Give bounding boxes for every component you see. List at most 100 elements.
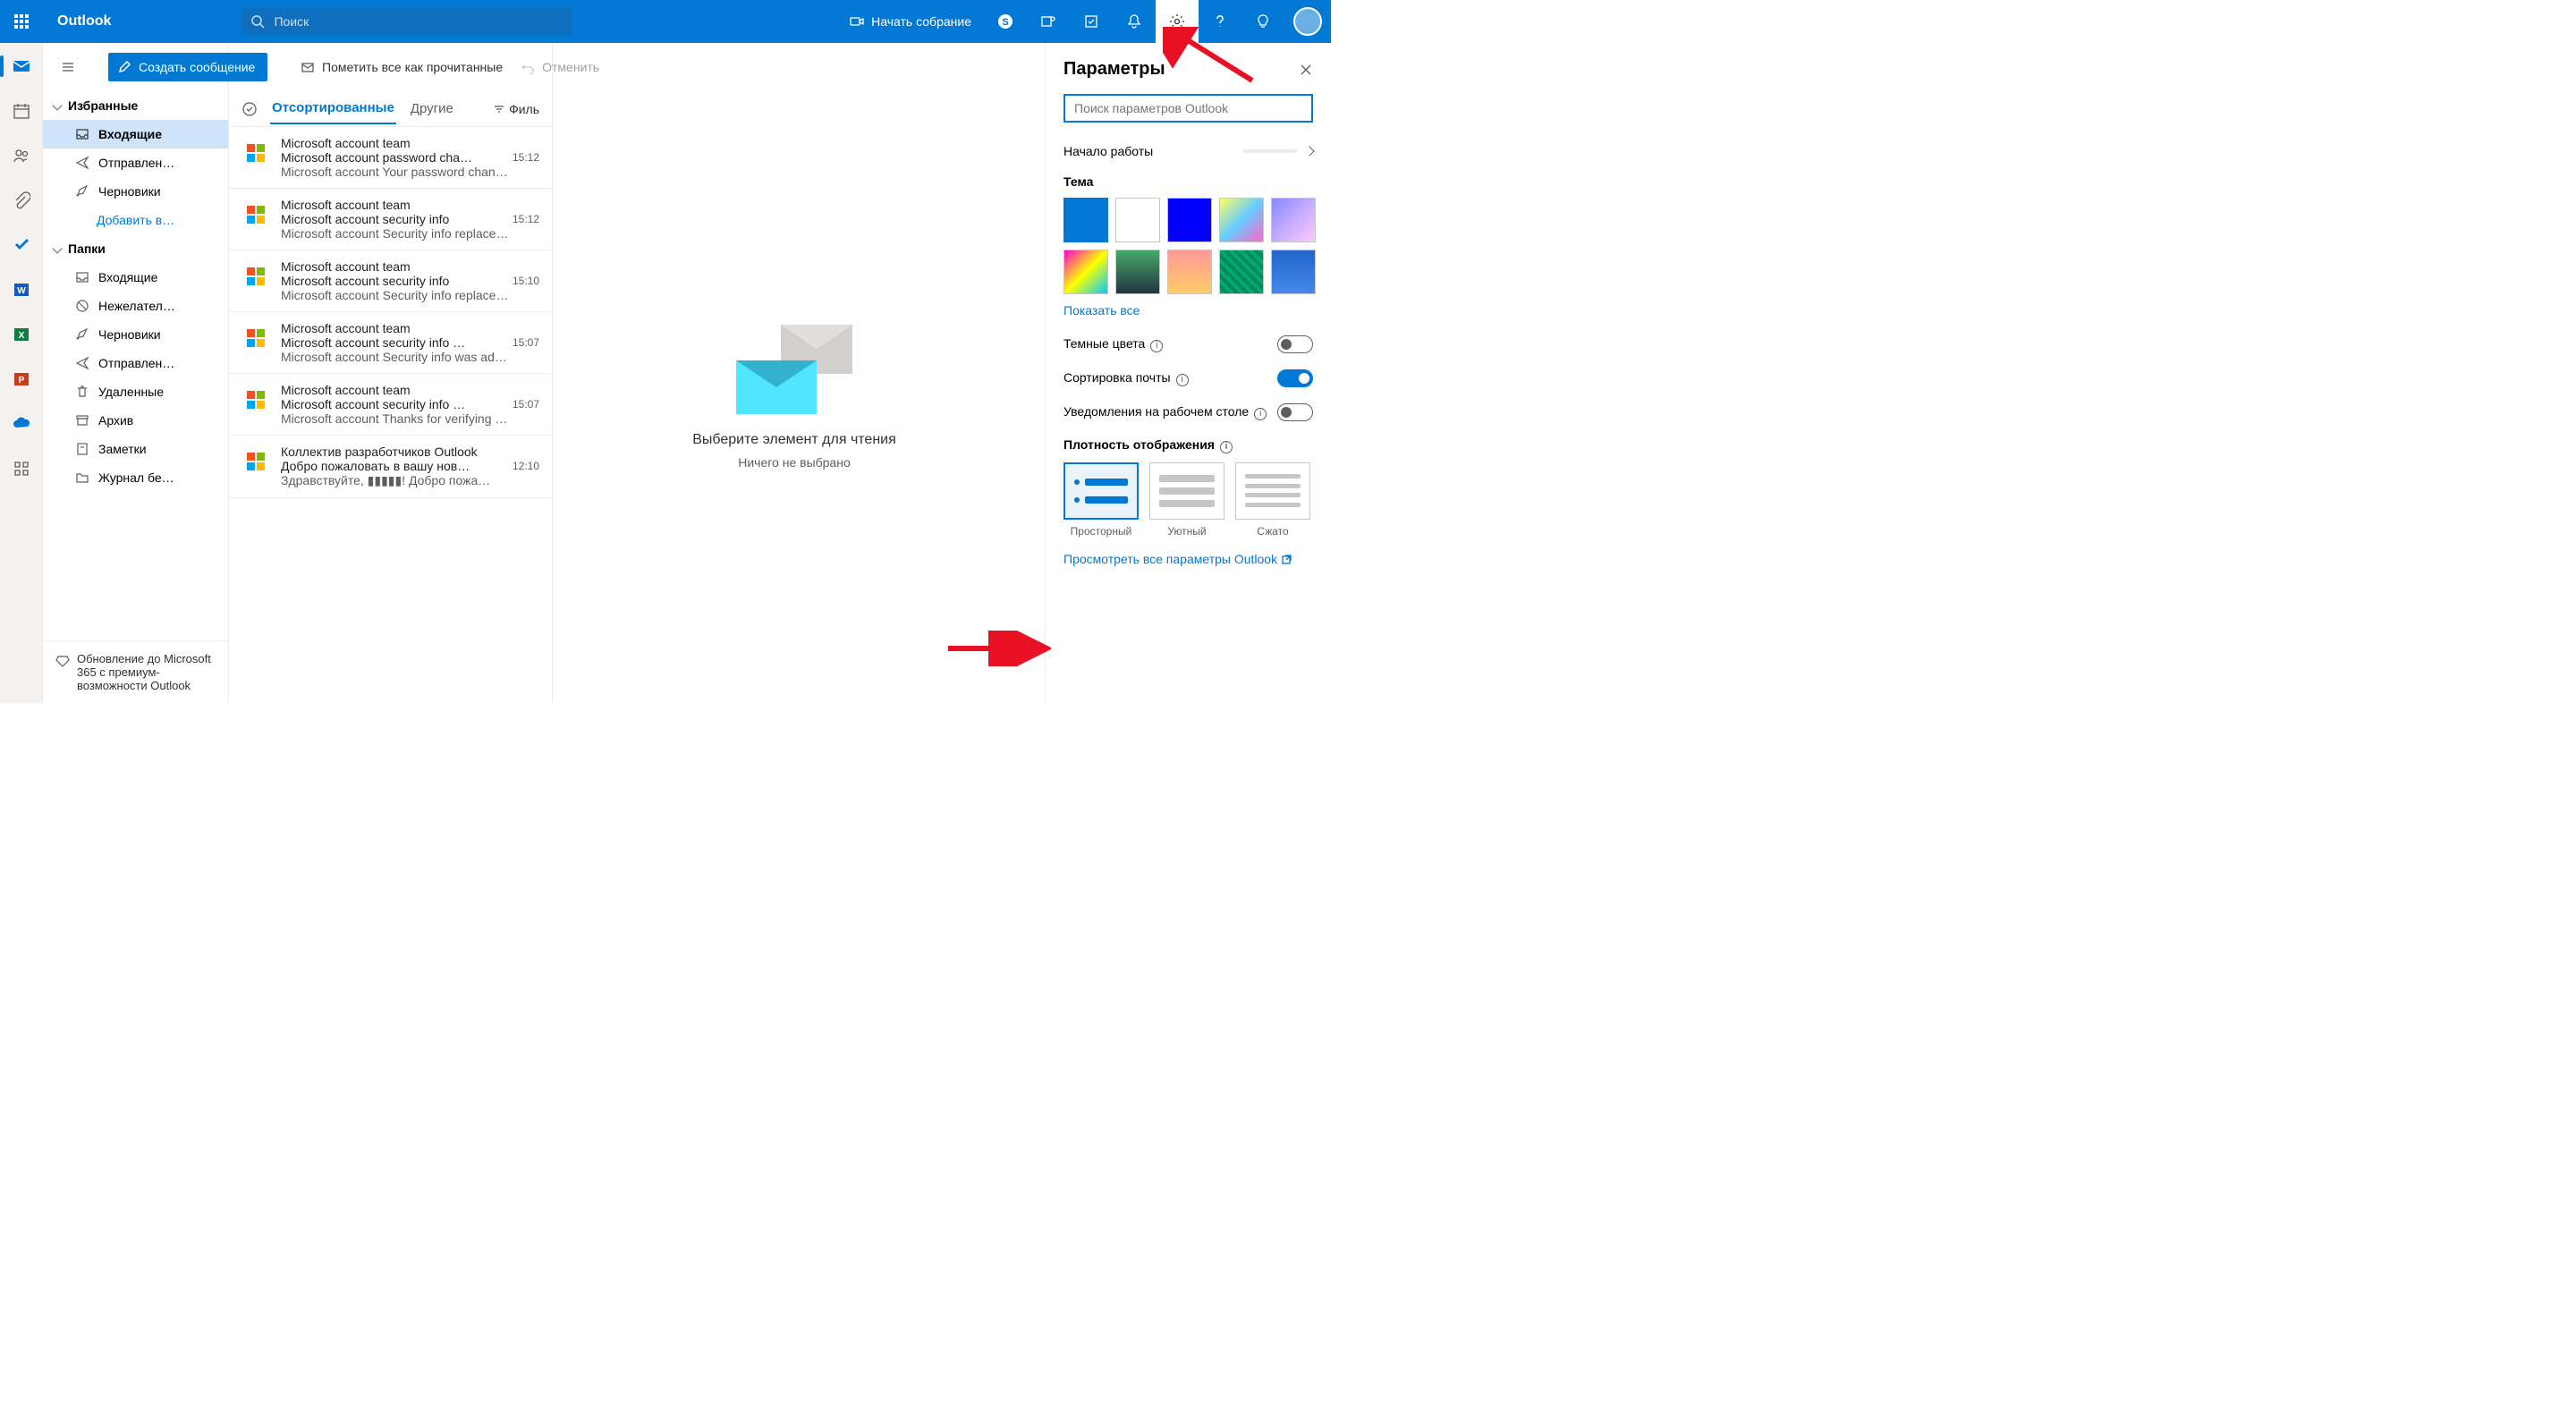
message-from: Microsoft account team [281,321,539,335]
theme-option[interactable] [1271,198,1316,242]
message-from: Microsoft account team [281,136,539,150]
search-input[interactable] [274,14,564,29]
tips-button[interactable] [1241,0,1284,43]
nav-archive[interactable]: Архив [43,406,228,435]
rail-files[interactable] [7,186,36,215]
rail-people[interactable] [7,141,36,170]
theme-option[interactable] [1219,198,1264,242]
dark-mode-label: Темные цвета [1063,336,1145,351]
send-icon [75,156,89,170]
compose-button[interactable]: Создать сообщение [108,53,267,81]
dark-mode-toggle[interactable] [1277,335,1313,353]
command-bar: Создать сообщение Пометить все как прочи… [229,43,1331,91]
notifications-button[interactable] [1113,0,1156,43]
info-icon[interactable]: i [1220,441,1233,453]
help-button[interactable] [1199,0,1241,43]
focused-inbox-toggle[interactable] [1277,369,1313,387]
nav-drafts-fav[interactable]: Черновики [43,177,228,206]
nav-inbox-fav[interactable]: Входящие [43,120,228,148]
message-list-panel: Отсортированные Другие Филь Microsoft ac… [229,43,553,703]
message-item[interactable]: Microsoft account team Microsoft account … [229,127,552,189]
teams-button[interactable] [1027,0,1070,43]
message-item[interactable]: Microsoft account teamMicrosoft account … [229,250,552,312]
folders-header[interactable]: Папки [43,234,228,263]
theme-option[interactable] [1063,250,1108,294]
search-box[interactable] [242,7,572,36]
draft-icon [75,184,89,199]
density-roomy[interactable]: Просторный [1063,462,1139,538]
upgrade-text: Обновление до Microsoft 365 с премиум-во… [77,652,211,692]
tasks-button[interactable] [1070,0,1113,43]
bell-icon [1126,13,1142,30]
select-all-icon[interactable] [242,101,258,117]
density-compact[interactable]: Сжато [1235,462,1310,538]
powerpoint-icon: P [13,370,30,388]
nav-toggle-button[interactable] [54,53,82,81]
rail-word[interactable]: W [7,275,36,304]
folder-icon [75,470,89,485]
waffle-icon [14,14,29,29]
theme-option[interactable] [1271,250,1316,294]
getting-started-row[interactable]: Начало работы [1063,144,1313,158]
nav-deleted[interactable]: Удаленные [43,377,228,406]
nav-junk[interactable]: Нежелател… [43,292,228,320]
tab-focused[interactable]: Отсортированные [270,93,396,124]
chevron-down-icon [52,243,62,253]
theme-option[interactable] [1063,198,1108,242]
nav-add-favorite[interactable]: Добавить в… [43,206,228,234]
mark-all-read-button[interactable]: Пометить все как прочитанные [301,60,503,74]
nav-sent[interactable]: Отправлен… [43,349,228,377]
nav-sent-fav[interactable]: Отправлен… [43,148,228,177]
desktop-notif-toggle[interactable] [1277,403,1313,421]
theme-option[interactable] [1115,198,1160,242]
rail-powerpoint[interactable]: P [7,365,36,394]
app-launcher-button[interactable] [0,0,43,43]
rail-excel[interactable]: X [7,320,36,349]
theme-option[interactable] [1219,250,1264,294]
svg-text:S: S [1002,17,1008,28]
message-preview: Microsoft account Your password chan… [281,165,539,179]
message-item[interactable]: Microsoft account teamMicrosoft account … [229,374,552,436]
settings-button[interactable] [1156,0,1199,43]
info-icon[interactable]: i [1176,374,1189,386]
skype-button[interactable]: S [984,0,1027,43]
nav-drafts[interactable]: Черновики [43,320,228,349]
rail-todo[interactable] [7,231,36,259]
info-icon[interactable]: i [1150,340,1163,352]
nav-notes[interactable]: Заметки [43,435,228,463]
view-all-settings-link[interactable]: Просмотреть все параметры Outlook [1063,552,1292,566]
message-item[interactable]: Microsoft account teamMicrosoft account … [229,189,552,250]
theme-option[interactable] [1167,250,1212,294]
info-icon[interactable]: i [1254,408,1267,420]
nav-inbox[interactable]: Входящие [43,263,228,292]
nav-history[interactable]: Журнал бе… [43,463,228,492]
upgrade-banner[interactable]: Обновление до Microsoft 365 с премиум-во… [43,640,228,703]
theme-label: Тема [1063,174,1313,189]
rail-onedrive[interactable] [7,410,36,438]
account-avatar[interactable] [1293,7,1322,36]
theme-option[interactable] [1167,198,1212,242]
favorites-header[interactable]: Избранные [43,91,228,120]
skype-icon: S [997,13,1013,30]
rail-calendar[interactable] [7,97,36,125]
settings-search-input[interactable] [1063,94,1313,123]
filter-button[interactable]: Филь [493,102,539,116]
sender-avatar [242,200,270,229]
theme-grid [1063,198,1313,294]
tab-other[interactable]: Другие [409,94,455,123]
theme-option[interactable] [1115,250,1160,294]
density-options: Просторный Уютный Сжато [1063,462,1313,538]
message-item[interactable]: Microsoft account teamMicrosoft account … [229,312,552,374]
undo-icon [521,60,535,74]
rail-mail[interactable] [7,52,36,80]
rail-more-apps[interactable] [7,454,36,483]
attach-icon [13,191,30,209]
start-meeting-button[interactable]: Начать собрание [837,14,984,29]
show-all-themes-link[interactable]: Показать все [1063,303,1140,318]
density-cozy[interactable]: Уютный [1149,462,1224,538]
message-item[interactable]: Коллектив разработчиков OutlookДобро пож… [229,436,552,498]
people-icon [13,147,30,165]
sender-avatar [242,385,270,414]
undo-button[interactable]: Отменить [521,60,599,74]
message-subject: Microsoft account security info [281,212,449,226]
